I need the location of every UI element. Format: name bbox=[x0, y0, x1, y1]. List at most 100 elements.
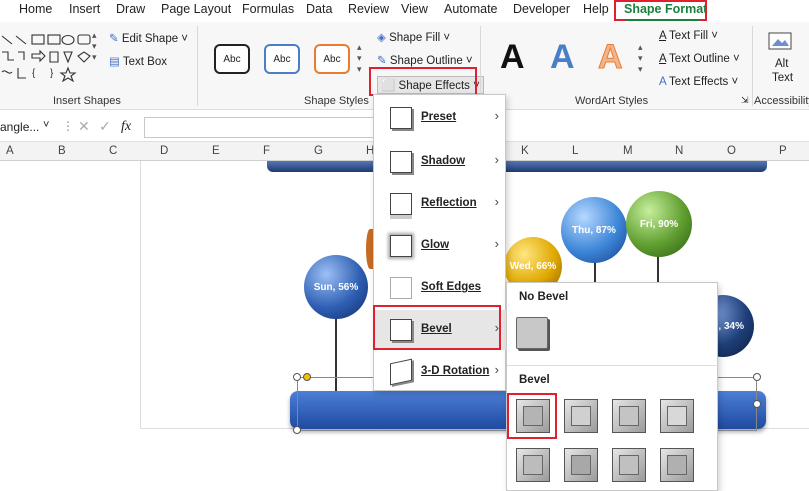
wordart-style-3[interactable]: A bbox=[598, 38, 624, 77]
separator bbox=[197, 26, 198, 106]
menu-item-preset[interactable]: Preset › bbox=[374, 98, 507, 138]
menu-item-reflection[interactable]: Reflection › bbox=[374, 184, 507, 224]
shape-style-2[interactable]: Abc bbox=[264, 44, 300, 74]
tab-insert[interactable]: Insert bbox=[69, 2, 100, 16]
bubble-sun[interactable]: Sun, 56% bbox=[304, 255, 368, 319]
col-header[interactable]: L bbox=[572, 145, 578, 157]
chevron-right-icon: › bbox=[494, 108, 499, 123]
chevron-right-icon: › bbox=[494, 362, 499, 377]
tab-formulas[interactable]: Formulas bbox=[242, 2, 294, 16]
accessibility-label: Accessibility bbox=[754, 95, 809, 107]
alt-text-label-2[interactable]: Text bbox=[772, 72, 793, 84]
resize-handle[interactable] bbox=[753, 373, 761, 381]
edit-shape-button[interactable]: ✎ Edit Shape ˅ bbox=[109, 31, 188, 45]
menu-label: Soft Edges bbox=[421, 281, 482, 293]
dialog-launcher-icon[interactable]: ⇲ bbox=[741, 95, 749, 106]
cancel-icon[interactable]: ✕ bbox=[78, 118, 90, 135]
preset-icon bbox=[390, 107, 412, 129]
text-outline-button[interactable]: A Text Outline ˅ bbox=[659, 53, 740, 65]
bevel-submenu: No Bevel Bevel bbox=[506, 282, 719, 491]
bubble-thu[interactable]: Thu, 87% bbox=[561, 197, 627, 263]
enter-icon[interactable]: ✓ bbox=[99, 118, 111, 135]
tab-data[interactable]: Data bbox=[306, 2, 332, 16]
3d-rotation-icon bbox=[390, 358, 412, 386]
formula-input[interactable] bbox=[144, 117, 374, 138]
menu-item-glow[interactable]: Glow › bbox=[374, 226, 507, 266]
bevel-option-highlight bbox=[507, 393, 557, 439]
tab-shape-format-highlight bbox=[614, 0, 707, 21]
styles-scroll-icon[interactable]: ▴ ▾ ▾ bbox=[357, 42, 362, 75]
bevel-option-angle[interactable] bbox=[516, 448, 550, 482]
shape-style-3[interactable]: Abc bbox=[314, 44, 350, 74]
col-header[interactable]: K bbox=[521, 145, 529, 157]
text-fill-button[interactable]: A Text Fill ˅ bbox=[659, 30, 718, 42]
bevel-option-slope[interactable] bbox=[660, 448, 694, 482]
col-header[interactable]: G bbox=[314, 145, 323, 157]
resize-handle[interactable] bbox=[293, 373, 301, 381]
svg-text:}: } bbox=[50, 68, 54, 79]
insert-shapes-label: Insert Shapes bbox=[53, 95, 121, 107]
svg-text:{: { bbox=[32, 68, 36, 79]
chevron-right-icon: › bbox=[494, 194, 499, 209]
shape-style-1[interactable]: Abc bbox=[214, 44, 250, 74]
separator bbox=[752, 26, 753, 106]
chart-top-bar bbox=[267, 161, 767, 172]
wordart-styles-label: WordArt Styles bbox=[575, 95, 649, 107]
shape-outline-button[interactable]: ✎ Shape Outline ˅ bbox=[377, 53, 473, 67]
text-effects-button[interactable]: A Text Effects ˅ bbox=[659, 76, 738, 88]
menu-item-shadow[interactable]: Shadow › bbox=[374, 142, 507, 182]
tab-view[interactable]: View bbox=[401, 2, 428, 16]
menu-label: Preset bbox=[421, 111, 457, 123]
tab-draw[interactable]: Draw bbox=[116, 2, 145, 16]
chevron-right-icon: › bbox=[494, 152, 499, 167]
resize-handle[interactable] bbox=[293, 426, 301, 434]
name-box-dropdown-icon[interactable]: ˅ bbox=[43, 119, 49, 131]
bevel-heading: Bevel bbox=[519, 374, 550, 386]
tab-help[interactable]: Help bbox=[583, 2, 609, 16]
name-box[interactable]: angle... bbox=[0, 120, 39, 134]
bevel-option-relaxed-inset[interactable] bbox=[564, 399, 598, 433]
col-header[interactable]: F bbox=[263, 145, 270, 157]
glow-icon bbox=[390, 235, 412, 257]
col-header[interactable]: N bbox=[675, 145, 683, 157]
col-header[interactable]: D bbox=[160, 145, 168, 157]
menu-item-3d-rotation[interactable]: 3-D Rotation › bbox=[374, 352, 507, 392]
text-box-button[interactable]: ▤ Text Box bbox=[109, 54, 167, 68]
col-header[interactable]: C bbox=[109, 145, 117, 157]
tab-automate[interactable]: Automate bbox=[444, 2, 498, 16]
tab-developer[interactable]: Developer bbox=[513, 2, 570, 16]
adjust-handle[interactable] bbox=[303, 373, 311, 381]
col-header[interactable]: O bbox=[727, 145, 736, 157]
alt-text-icon[interactable] bbox=[768, 30, 794, 52]
wordart-scroll-icon[interactable]: ▴ ▾ ▾ bbox=[638, 42, 643, 75]
shape-fill-button[interactable]: ◈ Shape Fill ˅ bbox=[377, 30, 450, 44]
col-header[interactable]: M bbox=[623, 145, 633, 157]
bubble-fri[interactable]: Fri, 90% bbox=[626, 191, 692, 257]
col-header[interactable]: A bbox=[6, 145, 14, 157]
chevron-right-icon: › bbox=[494, 236, 499, 251]
reflection-icon bbox=[390, 193, 412, 215]
gallery-scroll-icon[interactable]: ▴ ▾ ▾ bbox=[92, 30, 97, 63]
tab-review[interactable]: Review bbox=[348, 2, 389, 16]
shape-effects-highlight bbox=[369, 67, 477, 96]
bevel-option-cool-slant[interactable] bbox=[660, 399, 694, 433]
bevel-menu-highlight bbox=[373, 305, 501, 350]
bevel-option-cross[interactable] bbox=[612, 399, 646, 433]
alt-text-label-1[interactable]: Alt bbox=[775, 58, 788, 70]
tab-page-layout[interactable]: Page Layout bbox=[161, 2, 231, 16]
resize-handle[interactable] bbox=[753, 400, 761, 408]
wordart-style-1[interactable]: A bbox=[500, 38, 525, 77]
fx-icon[interactable]: fx bbox=[121, 119, 131, 135]
tab-home[interactable]: Home bbox=[19, 2, 52, 16]
shadow-icon bbox=[390, 151, 412, 173]
wordart-style-2[interactable]: A bbox=[550, 38, 575, 77]
col-header[interactable]: B bbox=[58, 145, 66, 157]
col-header[interactable]: P bbox=[779, 145, 787, 157]
shapes-gallery-icon[interactable]: { } bbox=[0, 32, 98, 82]
bevel-option-convex[interactable] bbox=[612, 448, 646, 482]
menu-item-soft-edges[interactable]: Soft Edges bbox=[374, 268, 507, 308]
no-bevel-option[interactable] bbox=[516, 317, 548, 349]
bevel-option-soft-round[interactable] bbox=[564, 448, 598, 482]
active-tab-underline bbox=[626, 19, 700, 21]
col-header[interactable]: E bbox=[212, 145, 220, 157]
